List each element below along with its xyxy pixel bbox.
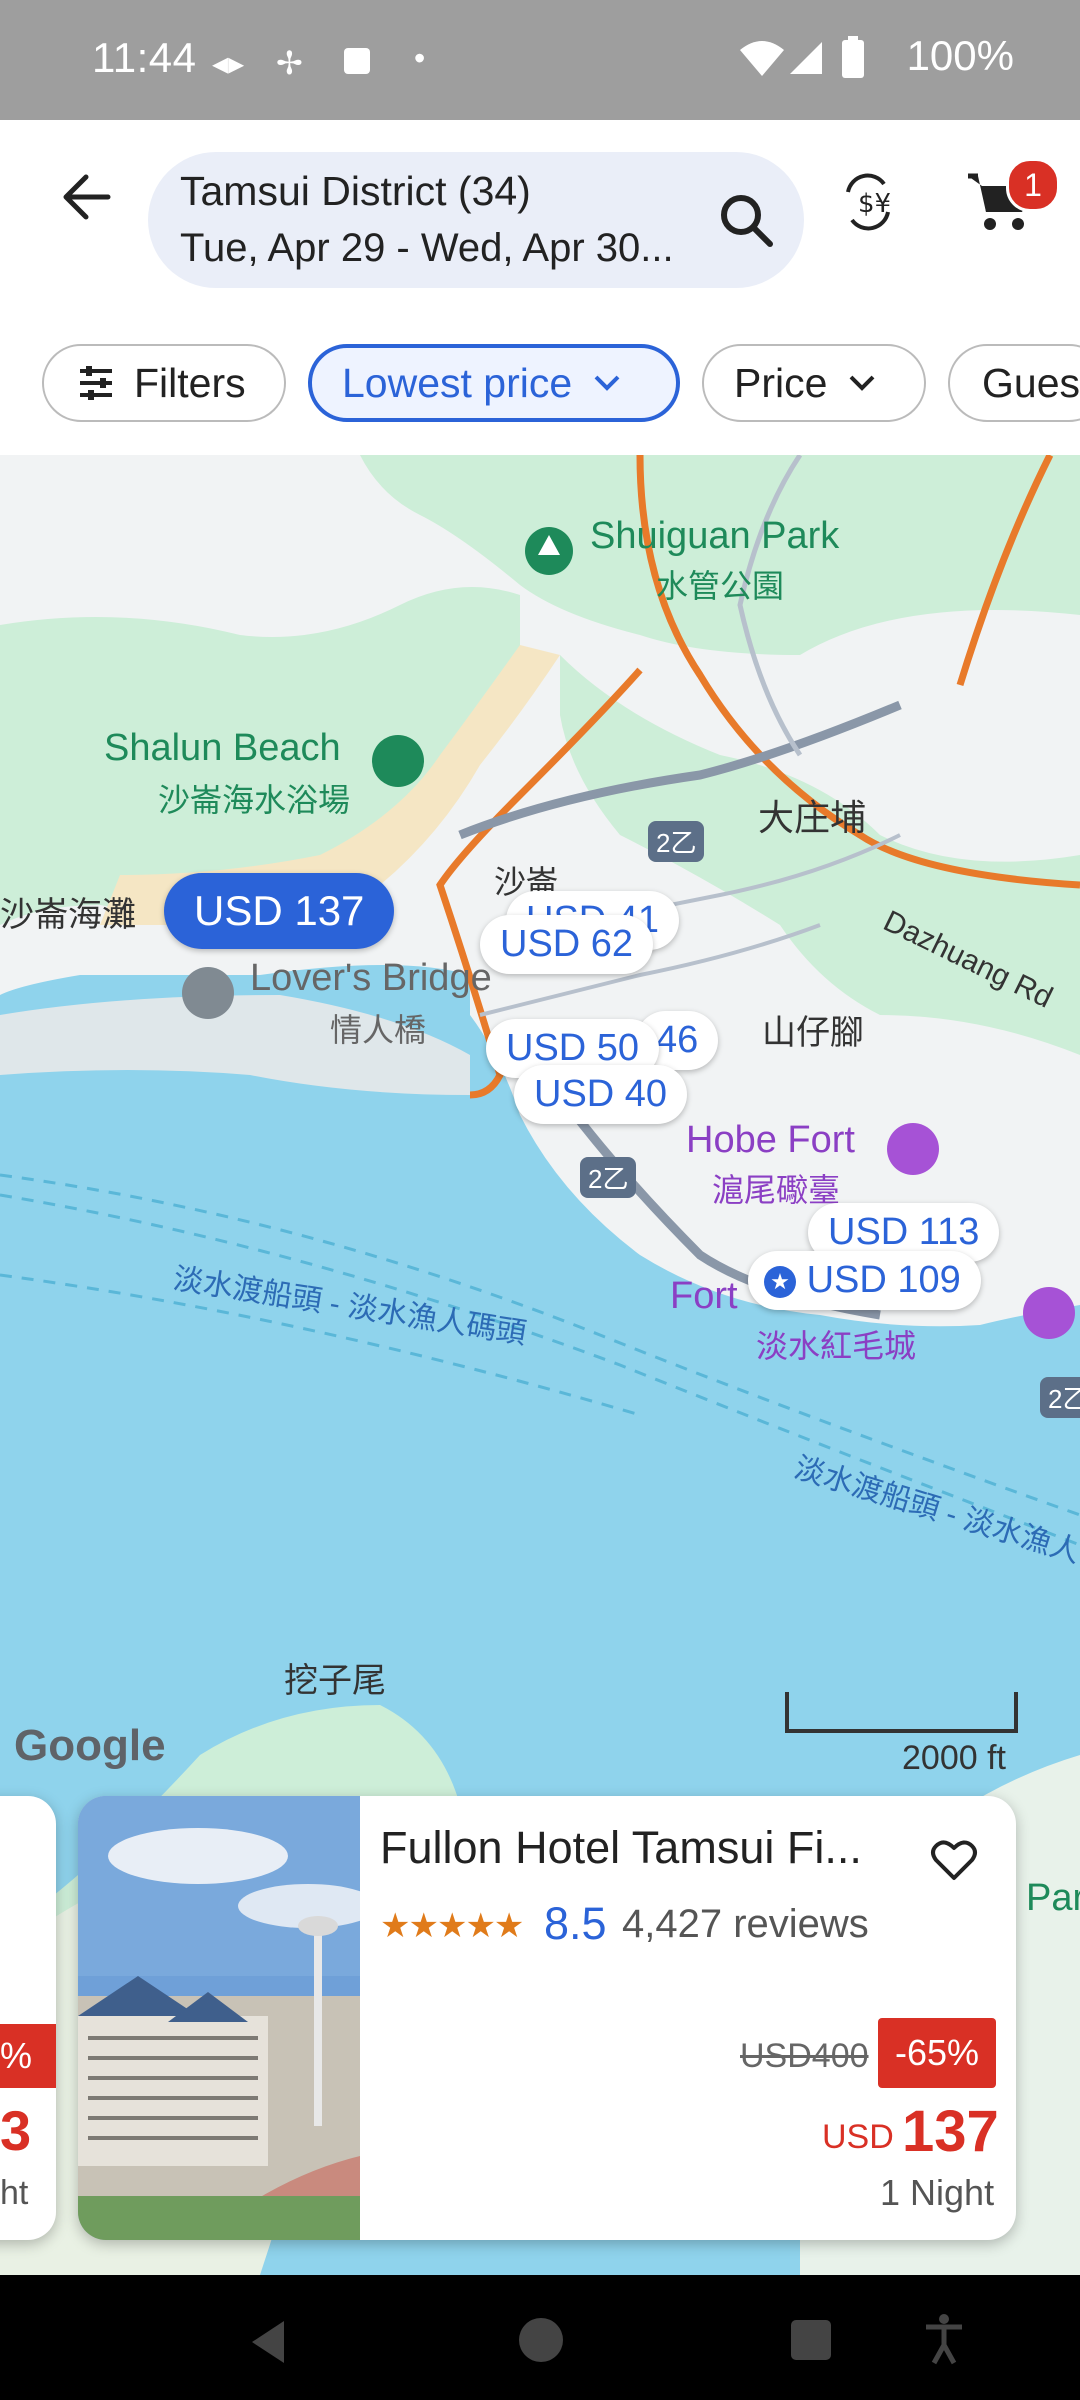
back-nav-icon[interactable] — [244, 2317, 292, 2367]
google-logo: Google — [14, 1721, 166, 1770]
price-chip-label: Price — [734, 359, 828, 406]
cell-signal-icon — [788, 40, 824, 84]
map-scale-label: 2000 ft — [902, 1739, 1006, 1777]
hotel-photo[interactable] — [78, 1796, 360, 2240]
map-label-shalun-haitan: 沙崙海灘 — [0, 896, 136, 934]
home-nav-icon[interactable] — [516, 2315, 566, 2365]
wifi-icon — [738, 38, 786, 86]
arrow-left-icon — [63, 174, 111, 220]
map-label-waziwei: 挖子尾 — [284, 1662, 386, 1700]
dot-icon: • — [414, 40, 426, 76]
map-label-shuiguan-park-zh: 水管公園 — [656, 568, 785, 604]
map-label-shuiguan-park: Shuiguan Park — [590, 515, 840, 557]
map-label-dazhuangpu: 大庄埔 — [758, 797, 867, 838]
currency-exchange-icon[interactable]: $¥ — [836, 170, 900, 234]
price-pin-featured[interactable]: ★ USD 109 — [748, 1251, 981, 1310]
signal-icon: ◂▸ — [212, 45, 245, 81]
filters-chip[interactable]: Filters — [42, 344, 286, 422]
recents-nav-icon[interactable] — [788, 2317, 834, 2363]
cart-count-badge: 1 — [1006, 158, 1060, 212]
sliders-icon — [80, 366, 112, 400]
map-label-shanzaijiao: 山仔腳 — [762, 1014, 864, 1052]
price-pin[interactable]: USD 40 — [514, 1065, 688, 1124]
map-label-shalun-beach-zh: 沙崙海水浴場 — [158, 782, 351, 818]
sort-chip-lowest-price[interactable]: Lowest price — [308, 344, 680, 422]
price-pin-selected[interactable]: USD 137 — [164, 873, 395, 949]
map-label-shalun-beach: Shalun Beach — [104, 727, 341, 769]
back-button[interactable] — [56, 165, 120, 229]
star-rating-icons: ★★★★★ — [380, 1907, 524, 1945]
map-label-lovers-bridge: Lover's Bridge — [250, 957, 492, 999]
search-dates[interactable]: Tue, Apr 29 - Wed, Apr 30... — [180, 226, 700, 271]
battery-icon — [840, 36, 866, 88]
hotel-name[interactable]: Fullon Hotel Tamsui Fi... — [380, 1822, 900, 1874]
hotel-review-count: 4,427 reviews — [622, 1902, 869, 1946]
accessibility-nav-icon[interactable] — [924, 2313, 964, 2365]
road-shield-2yi: 2乙 — [580, 1157, 637, 1198]
price-pin[interactable]: USD 62 — [480, 915, 654, 974]
prev-price: 3 — [0, 2099, 32, 2162]
guest-chip-label: Guest — [982, 359, 1080, 406]
price-currency: USD — [822, 2118, 894, 2156]
price-pin-featured-label: USD 109 — [806, 1259, 961, 1301]
status-time: 11:44 — [92, 34, 197, 81]
prev-discount-badge: % — [0, 2024, 56, 2088]
original-price: USD400 — [740, 2037, 869, 2075]
map-label-fort: Fort — [670, 1275, 738, 1317]
star-badge-icon: ★ — [764, 1265, 796, 1298]
search-destination[interactable]: Tamsui District (34) — [180, 168, 531, 215]
filters-chip-label: Filters — [134, 359, 246, 406]
prev-nights: ht — [0, 2174, 29, 2212]
map-label-hobe-fort-zh: 滬尾礮臺 — [712, 1172, 841, 1208]
discount-badge: -65% — [878, 2018, 996, 2088]
favorite-heart-button[interactable] — [930, 1838, 978, 1882]
heart-icon — [931, 1840, 977, 1880]
chevron-down-icon — [594, 375, 620, 391]
battery-percent: 100% — [906, 32, 1014, 79]
system-nav-bar — [0, 2275, 1080, 2400]
svg-text:$¥: $¥ — [858, 189, 891, 219]
sort-chip-label: Lowest price — [342, 359, 573, 406]
road-shield-2yi: 2乙 — [1040, 1377, 1080, 1418]
map-label-fort-zh: 淡水紅毛城 — [756, 1328, 917, 1364]
square-notif-icon — [344, 48, 370, 74]
map-label-lovers-bridge-zh: 情人橋 — [330, 1012, 427, 1048]
map-label-partial-park: Par — [1026, 1877, 1080, 1919]
guest-chip[interactable]: Guest — [948, 344, 1080, 422]
search-icon[interactable] — [716, 190, 776, 250]
chevron-down-icon — [850, 375, 875, 391]
accessibility-icon: ✢ — [276, 45, 303, 81]
status-bar: 11:44 ◂▸ ✢ • 100% — [0, 0, 1080, 120]
nights-label: 1 Night — [880, 2172, 995, 2213]
map-label-hobe-fort: Hobe Fort — [686, 1119, 855, 1161]
price-chip[interactable]: Price — [702, 344, 926, 422]
hotel-card-previous[interactable]: % 3 ht — [0, 1796, 56, 2240]
road-shield-2yi: 2乙 — [648, 821, 705, 862]
hotel-price: 137 — [902, 2099, 999, 2164]
hotel-rating-score: 8.5 — [544, 1898, 607, 1949]
